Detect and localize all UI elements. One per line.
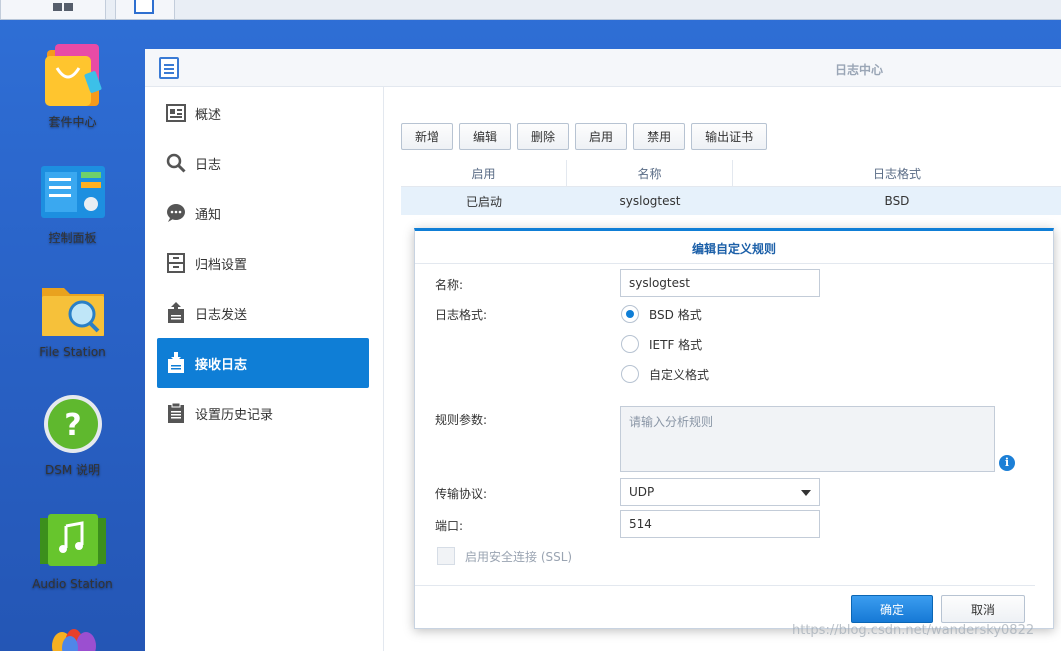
dialog-title: 编辑自定义规则 (691, 242, 776, 256)
cell-log-format: BSD (884, 194, 910, 208)
desktop-icon-label: Audio Station (32, 577, 113, 591)
search-icon (165, 152, 187, 174)
svg-text:?: ? (64, 408, 81, 443)
nav-label: 归档设置 (195, 257, 248, 273)
log-center-icon (159, 57, 179, 79)
radio-custom-format[interactable]: 自定义格式 (621, 365, 709, 383)
nav-item-receive-logs[interactable]: 接收日志 (157, 338, 369, 388)
radio-label: BSD 格式 (649, 307, 702, 322)
nav-label: 设置历史记录 (195, 407, 274, 423)
table-header: 启用 名称 日志格式 (401, 160, 1061, 187)
radio-label: IETF 格式 (649, 337, 703, 352)
name-field[interactable]: syslogtest (620, 269, 820, 297)
taskbar-log-center-button[interactable] (115, 0, 175, 19)
desktop-icon-label: DSM 说明 (44, 463, 101, 477)
photo-station-icon (52, 629, 96, 651)
name-label: 名称: (435, 278, 464, 292)
clipboard-list-icon (165, 402, 187, 424)
main-menu-button[interactable] (0, 0, 106, 19)
nav-item-archive-settings[interactable]: 归档设置 (157, 238, 369, 288)
nav-item-settings-history[interactable]: 设置历史记录 (157, 388, 369, 438)
desktop-icon-label: 控制面板 (48, 231, 97, 245)
port-field[interactable]: 514 (620, 510, 820, 538)
control-panel-icon (41, 166, 105, 218)
folder-icon (42, 288, 104, 336)
nav-label: 通知 (195, 207, 222, 223)
radio-button-selected[interactable] (621, 305, 639, 323)
desktop-icon-file-station[interactable]: File Station (20, 282, 125, 366)
port-label: 端口: (435, 519, 464, 533)
ssl-label: 启用安全连接 (SSL) (465, 549, 573, 564)
nav-item-logs[interactable]: 日志 (157, 138, 369, 188)
window-title: 日志中心 (835, 63, 884, 77)
toolbar: 新增 编辑 删除 启用 禁用 输出证书 (401, 123, 768, 150)
watermark: https://blog.csdn.net/wandersky0822 (792, 623, 1035, 638)
nav-item-log-sending[interactable]: 日志发送 (157, 288, 369, 338)
audio-station-icon (40, 514, 106, 566)
column-header-enabled[interactable]: 启用 (401, 160, 567, 186)
desktop-icon-label: File Station (39, 345, 106, 359)
sidebar: 概述 日志 通知 归档设置 日志发送 接收日志 设置历史记录 (145, 87, 384, 651)
desktop-icon-package-center[interactable]: 套件中心 (20, 42, 125, 132)
edit-custom-rule-dialog: 编辑自定义规则 名称: syslogtest 日志格式: BSD 格式 IETF… (414, 228, 1054, 629)
divider (415, 585, 1035, 586)
upload-document-icon (165, 302, 187, 324)
radio-button[interactable] (621, 365, 639, 383)
radio-label: 自定义格式 (649, 367, 710, 382)
cell-enabled: 已启动 (465, 194, 502, 209)
column-header-log-format[interactable]: 日志格式 (733, 160, 1061, 186)
cancel-button[interactable]: 取消 (941, 595, 1025, 623)
window-header[interactable]: 日志中心 (145, 49, 1061, 87)
chevron-down-icon (801, 490, 811, 496)
radio-button[interactable] (621, 335, 639, 353)
info-icon[interactable]: i (999, 455, 1015, 471)
protocol-value: UDP (629, 485, 655, 499)
protocol-select[interactable]: UDP (620, 478, 820, 506)
desktop-icon-audio-station[interactable]: Audio Station (20, 514, 125, 598)
rule-params-label: 规则参数: (435, 413, 488, 427)
package-center-icon (45, 44, 102, 106)
edit-button[interactable]: 编辑 (459, 123, 512, 150)
rule-params-textarea[interactable]: 请输入分析规则 (620, 406, 995, 472)
column-header-name[interactable]: 名称 (567, 160, 733, 186)
taskbar (0, 0, 1061, 20)
radio-bsd-format[interactable]: BSD 格式 (621, 305, 702, 323)
divider (415, 263, 1053, 264)
grid-icon (53, 3, 62, 11)
rules-table: 启用 名称 日志格式 已启动 syslogtest BSD (401, 160, 1061, 215)
cell-name: syslogtest (619, 194, 681, 208)
help-icon: ? (44, 395, 102, 453)
add-button[interactable]: 新增 (401, 123, 454, 150)
ssl-checkbox[interactable]: 启用安全连接 (SSL) (437, 547, 572, 565)
overview-icon (165, 102, 187, 124)
archive-cabinet-icon (165, 252, 187, 274)
desktop-icon-control-panel[interactable]: 控制面板 (20, 166, 125, 250)
log-center-icon (134, 0, 154, 14)
radio-ietf-format[interactable]: IETF 格式 (621, 335, 702, 353)
chat-bubble-icon (165, 202, 187, 224)
grid-icon (64, 3, 73, 11)
enable-button[interactable]: 启用 (575, 123, 628, 150)
nav-label: 接收日志 (195, 357, 248, 373)
protocol-label: 传输协议: (435, 487, 488, 501)
nav-label: 日志发送 (195, 307, 248, 323)
download-document-icon (165, 352, 187, 374)
checkbox-box[interactable] (437, 547, 455, 565)
nav-label: 概述 (195, 107, 222, 123)
table-row[interactable]: 已启动 syslogtest BSD (401, 187, 1061, 215)
desktop-icon-photo-station[interactable] (20, 628, 125, 651)
log-format-label: 日志格式: (435, 308, 488, 322)
nav-label: 日志 (195, 157, 222, 173)
nav-item-notifications[interactable]: 通知 (157, 188, 369, 238)
ok-button[interactable]: 确定 (851, 595, 933, 623)
export-certificate-button[interactable]: 输出证书 (691, 123, 768, 150)
desktop-icon-dsm-help[interactable]: ? DSM 说明 (20, 393, 125, 477)
nav-item-overview[interactable]: 概述 (157, 88, 369, 138)
desktop-icon-label: 套件中心 (48, 115, 97, 129)
delete-button[interactable]: 删除 (517, 123, 570, 150)
disable-button[interactable]: 禁用 (633, 123, 686, 150)
